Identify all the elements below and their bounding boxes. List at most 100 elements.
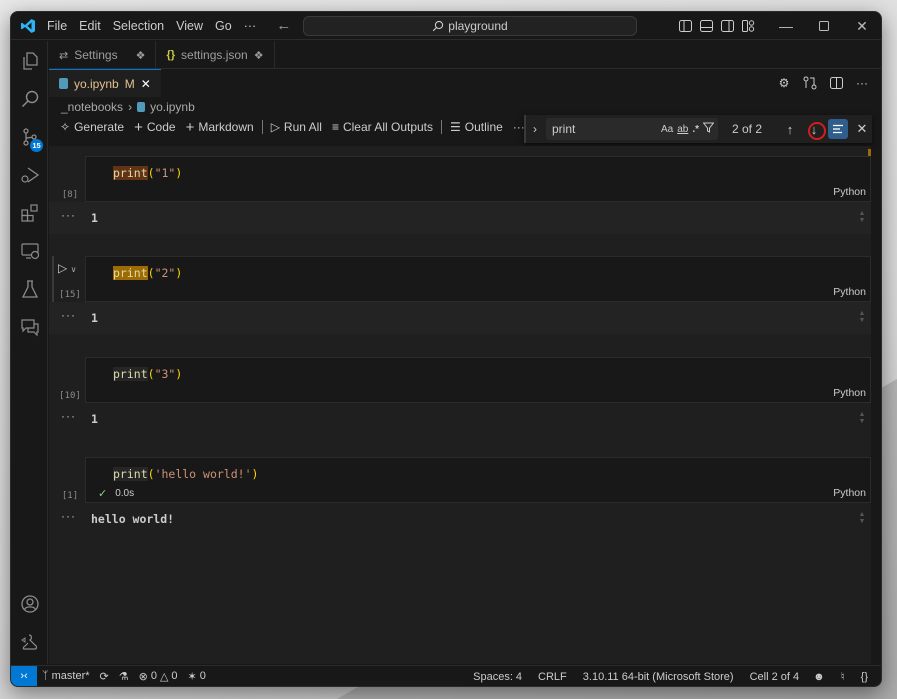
menu-file[interactable]: File [41, 12, 73, 40]
split-editor-icon[interactable] [825, 72, 847, 94]
close-tab-icon[interactable]: ✕ [141, 77, 151, 91]
outline-button[interactable]: ☰ Outline [445, 116, 508, 138]
cell-position-status[interactable]: Cell 2 of 4 [745, 671, 805, 683]
customize-layout-icon[interactable] [738, 12, 759, 40]
command-center-text: playground [448, 19, 508, 33]
code-editor[interactable]: print("2") Python [85, 256, 871, 302]
find-in-selection-toggle[interactable] [828, 119, 848, 139]
menu-selection[interactable]: Selection [107, 12, 170, 40]
output-text: 1 [91, 412, 98, 426]
notebook-cell[interactable]: print("3") Python [10] ··· 1 ▲ ▼ [49, 357, 871, 457]
code-editor[interactable]: print('hello world!') ✓ 0.0s Python [85, 457, 871, 503]
tab-yo-ipynb[interactable]: yo.ipynb M ✕ [49, 69, 161, 97]
add-code-cell-button[interactable]: + Code [129, 116, 180, 138]
notebook-cell-selected[interactable]: ▷ ∨ print("2") Python [15] ··· 1 ▲ ▼ [49, 256, 871, 356]
menu-go[interactable]: Go [209, 12, 238, 40]
indentation-status[interactable]: Spaces: 4 [468, 671, 527, 683]
source-control-icon[interactable]: 15 [11, 119, 48, 155]
notebook-cell[interactable]: print("1") Python [8] ··· 1 ▲ ▼ [49, 156, 871, 256]
add-markdown-cell-button[interactable]: + Markdown [181, 116, 259, 138]
output-more-icon[interactable]: ··· [61, 409, 76, 423]
extensions-icon[interactable] [11, 195, 48, 231]
close-window-button[interactable]: ✕ [843, 12, 881, 40]
cell-language[interactable]: Python [833, 387, 866, 399]
pin-icon[interactable]: ❖ [136, 49, 146, 62]
back-arrow-icon[interactable]: ← [270, 17, 297, 34]
menu-view[interactable]: View [170, 12, 209, 40]
cell-language[interactable]: Python [833, 487, 866, 499]
manage-icon[interactable] [11, 624, 48, 660]
remote-explorer-icon[interactable] [11, 233, 48, 269]
execution-status: ✓ 0.0s [98, 487, 134, 500]
match-whole-word-toggle[interactable]: ab [677, 124, 688, 135]
tab-settings[interactable]: ⇄ Settings ❖ [49, 41, 157, 69]
find-input[interactable]: print Aa ab .* [546, 118, 718, 140]
maximize-button[interactable] [805, 12, 843, 40]
notifications-bell-icon[interactable]: ♮ [836, 670, 850, 683]
minimize-button[interactable]: — [767, 12, 805, 40]
cell-language[interactable]: Python [833, 286, 866, 298]
previous-match-button[interactable]: ↑ [780, 119, 800, 139]
toggle-secondary-sidebar-icon[interactable] [717, 12, 738, 40]
code-line: print("3") [113, 367, 182, 381]
find-match-count: 2 of 2 [732, 122, 763, 136]
chat-icon[interactable] [11, 309, 48, 345]
output-scroll-icon[interactable]: ▲ ▼ [857, 511, 867, 527]
code-line: print("2") [113, 266, 182, 280]
toggle-replace-chevron-icon[interactable]: › [526, 122, 544, 136]
output-scroll-icon[interactable]: ▲ ▼ [857, 310, 867, 326]
run-cell-icon[interactable]: ▷ ∨ [58, 261, 76, 275]
output-scroll-icon[interactable]: ▲ ▼ [857, 411, 867, 427]
toggle-panel-icon[interactable] [696, 12, 717, 40]
tab-label: yo.ipynb [74, 76, 119, 91]
sync-icon[interactable]: ⟳ [95, 670, 114, 683]
toggle-primary-sidebar-icon[interactable] [675, 12, 696, 40]
output-more-icon[interactable]: ··· [61, 308, 76, 322]
warning-icon: △ [159, 670, 169, 683]
match-case-toggle[interactable]: Aa [661, 124, 673, 135]
command-center-search[interactable]: playground [303, 16, 637, 36]
notebook-editor: print("1") Python [8] ··· 1 ▲ ▼ ▷ ∨ print… [49, 146, 871, 664]
tab-settings-json[interactable]: {} settings.json ❖ [156, 41, 275, 69]
output-scroll-icon[interactable]: ▲ ▼ [857, 210, 867, 226]
ports-status[interactable]: ✶ 0 [183, 670, 211, 683]
run-debug-icon[interactable] [11, 157, 48, 193]
menu-more[interactable]: ··· [238, 12, 263, 40]
accounts-icon[interactable] [11, 586, 48, 622]
error-icon: ⊗ [138, 670, 148, 683]
close-find-button[interactable]: ✕ [852, 119, 872, 139]
breadcrumb-file[interactable]: yo.ipynb [150, 100, 195, 114]
testing-icon[interactable] [11, 271, 48, 307]
remote-indicator-icon[interactable]: ›‹ [11, 665, 37, 686]
run-all-button[interactable]: ▷ Run All [266, 116, 327, 138]
json-language-braces-icon[interactable]: {} [856, 671, 873, 683]
breadcrumb-folder[interactable]: _notebooks [61, 100, 123, 114]
code-line: print("1") [113, 166, 182, 180]
copilot-icon[interactable]: ☻ [808, 671, 830, 683]
problems-status[interactable]: ⊗ 0 △ 0 [134, 670, 183, 683]
pin-icon[interactable]: ❖ [254, 49, 264, 62]
search-icon[interactable] [11, 81, 48, 117]
breadcrumb: _notebooks › yo.ipynb [61, 98, 195, 116]
eol-status[interactable]: CRLF [533, 671, 572, 683]
clear-all-outputs-button[interactable]: ≡ Clear All Outputs [327, 116, 438, 138]
filter-icon[interactable] [702, 122, 715, 136]
interpreter-status[interactable]: 3.10.11 64-bit (Microsoft Store) [578, 671, 739, 683]
open-changes-icon[interactable] [799, 72, 821, 94]
markdown-label: Markdown [198, 120, 254, 134]
output-more-icon[interactable]: ··· [61, 208, 76, 222]
cell-language[interactable]: Python [833, 186, 866, 198]
explorer-icon[interactable] [11, 43, 48, 79]
notebook-toolbar: ✧ Generate + Code + Markdown ▷ Run All ≡… [55, 116, 530, 138]
code-editor[interactable]: print("3") Python [85, 357, 871, 403]
output-more-icon[interactable]: ··· [61, 509, 76, 523]
menu-edit[interactable]: Edit [73, 12, 107, 40]
code-editor[interactable]: print("1") Python [85, 156, 871, 202]
notebook-cell[interactable]: print('hello world!') ✓ 0.0s Python [1] … [49, 457, 871, 557]
generate-button[interactable]: ✧ Generate [55, 116, 129, 138]
git-graph-icon[interactable]: ⚗ [114, 670, 134, 683]
use-regex-toggle[interactable]: .* [692, 124, 699, 135]
branch-status[interactable]: ᛉ master* [37, 670, 95, 682]
notebook-settings-gear-icon[interactable]: ⚙ [773, 72, 795, 94]
more-actions-icon[interactable]: ··· [851, 72, 873, 94]
